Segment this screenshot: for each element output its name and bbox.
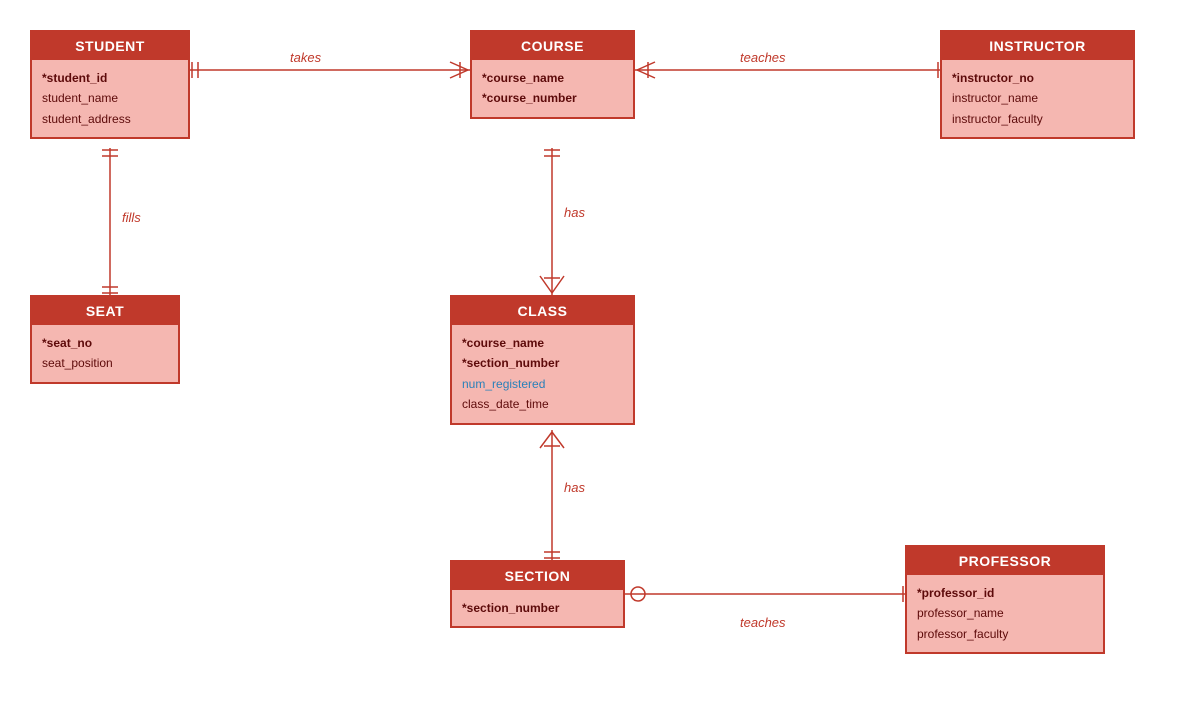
entity-seat-body: *seat_no seat_position <box>32 325 178 382</box>
instructor-field-name: instructor_name <box>952 88 1123 108</box>
label-has-section: has <box>564 480 585 495</box>
class-field-date-time: class_date_time <box>462 394 623 414</box>
entity-section: SECTION *section_number <box>450 560 625 628</box>
course-field-number: *course_number <box>482 88 623 108</box>
section-field-number: *section_number <box>462 598 613 618</box>
entity-instructor: INSTRUCTOR *instructor_no instructor_nam… <box>940 30 1135 139</box>
student-field-name: student_name <box>42 88 178 108</box>
entity-class-header: CLASS <box>452 297 633 325</box>
entity-course-header: COURSE <box>472 32 633 60</box>
entity-seat: SEAT *seat_no seat_position <box>30 295 180 384</box>
entity-course: COURSE *course_name *course_number <box>470 30 635 119</box>
label-teaches-instructor: teaches <box>740 50 786 65</box>
student-field-address: student_address <box>42 109 178 129</box>
professor-field-name: professor_name <box>917 603 1093 623</box>
entity-professor: PROFESSOR *professor_id professor_name p… <box>905 545 1105 654</box>
class-field-course-name: *course_name <box>462 333 623 353</box>
entity-class-body: *course_name *section_number num_registe… <box>452 325 633 423</box>
entity-section-body: *section_number <box>452 590 623 626</box>
entity-class: CLASS *course_name *section_number num_r… <box>450 295 635 425</box>
entity-course-body: *course_name *course_number <box>472 60 633 117</box>
instructor-field-no: *instructor_no <box>952 68 1123 88</box>
entity-instructor-body: *instructor_no instructor_name instructo… <box>942 60 1133 137</box>
class-field-num-registered: num_registered <box>462 374 623 394</box>
class-field-section-number: *section_number <box>462 353 623 373</box>
seat-field-position: seat_position <box>42 353 168 373</box>
label-takes: takes <box>290 50 321 65</box>
entity-seat-header: SEAT <box>32 297 178 325</box>
seat-field-no: *seat_no <box>42 333 168 353</box>
label-teaches-professor: teaches <box>740 615 786 630</box>
entity-student: STUDENT *student_id student_name student… <box>30 30 190 139</box>
entity-professor-body: *professor_id professor_name professor_f… <box>907 575 1103 652</box>
entity-instructor-header: INSTRUCTOR <box>942 32 1133 60</box>
entity-professor-header: PROFESSOR <box>907 547 1103 575</box>
student-field-id: *student_id <box>42 68 178 88</box>
instructor-field-faculty: instructor_faculty <box>952 109 1123 129</box>
label-has-class: has <box>564 205 585 220</box>
entity-section-header: SECTION <box>452 562 623 590</box>
entity-student-body: *student_id student_name student_address <box>32 60 188 137</box>
entity-student-header: STUDENT <box>32 32 188 60</box>
label-fills: fills <box>122 210 141 225</box>
professor-field-id: *professor_id <box>917 583 1093 603</box>
professor-field-faculty: professor_faculty <box>917 624 1093 644</box>
course-field-name: *course_name <box>482 68 623 88</box>
er-diagram: takes teaches fills has has teaches STUD… <box>0 0 1201 724</box>
